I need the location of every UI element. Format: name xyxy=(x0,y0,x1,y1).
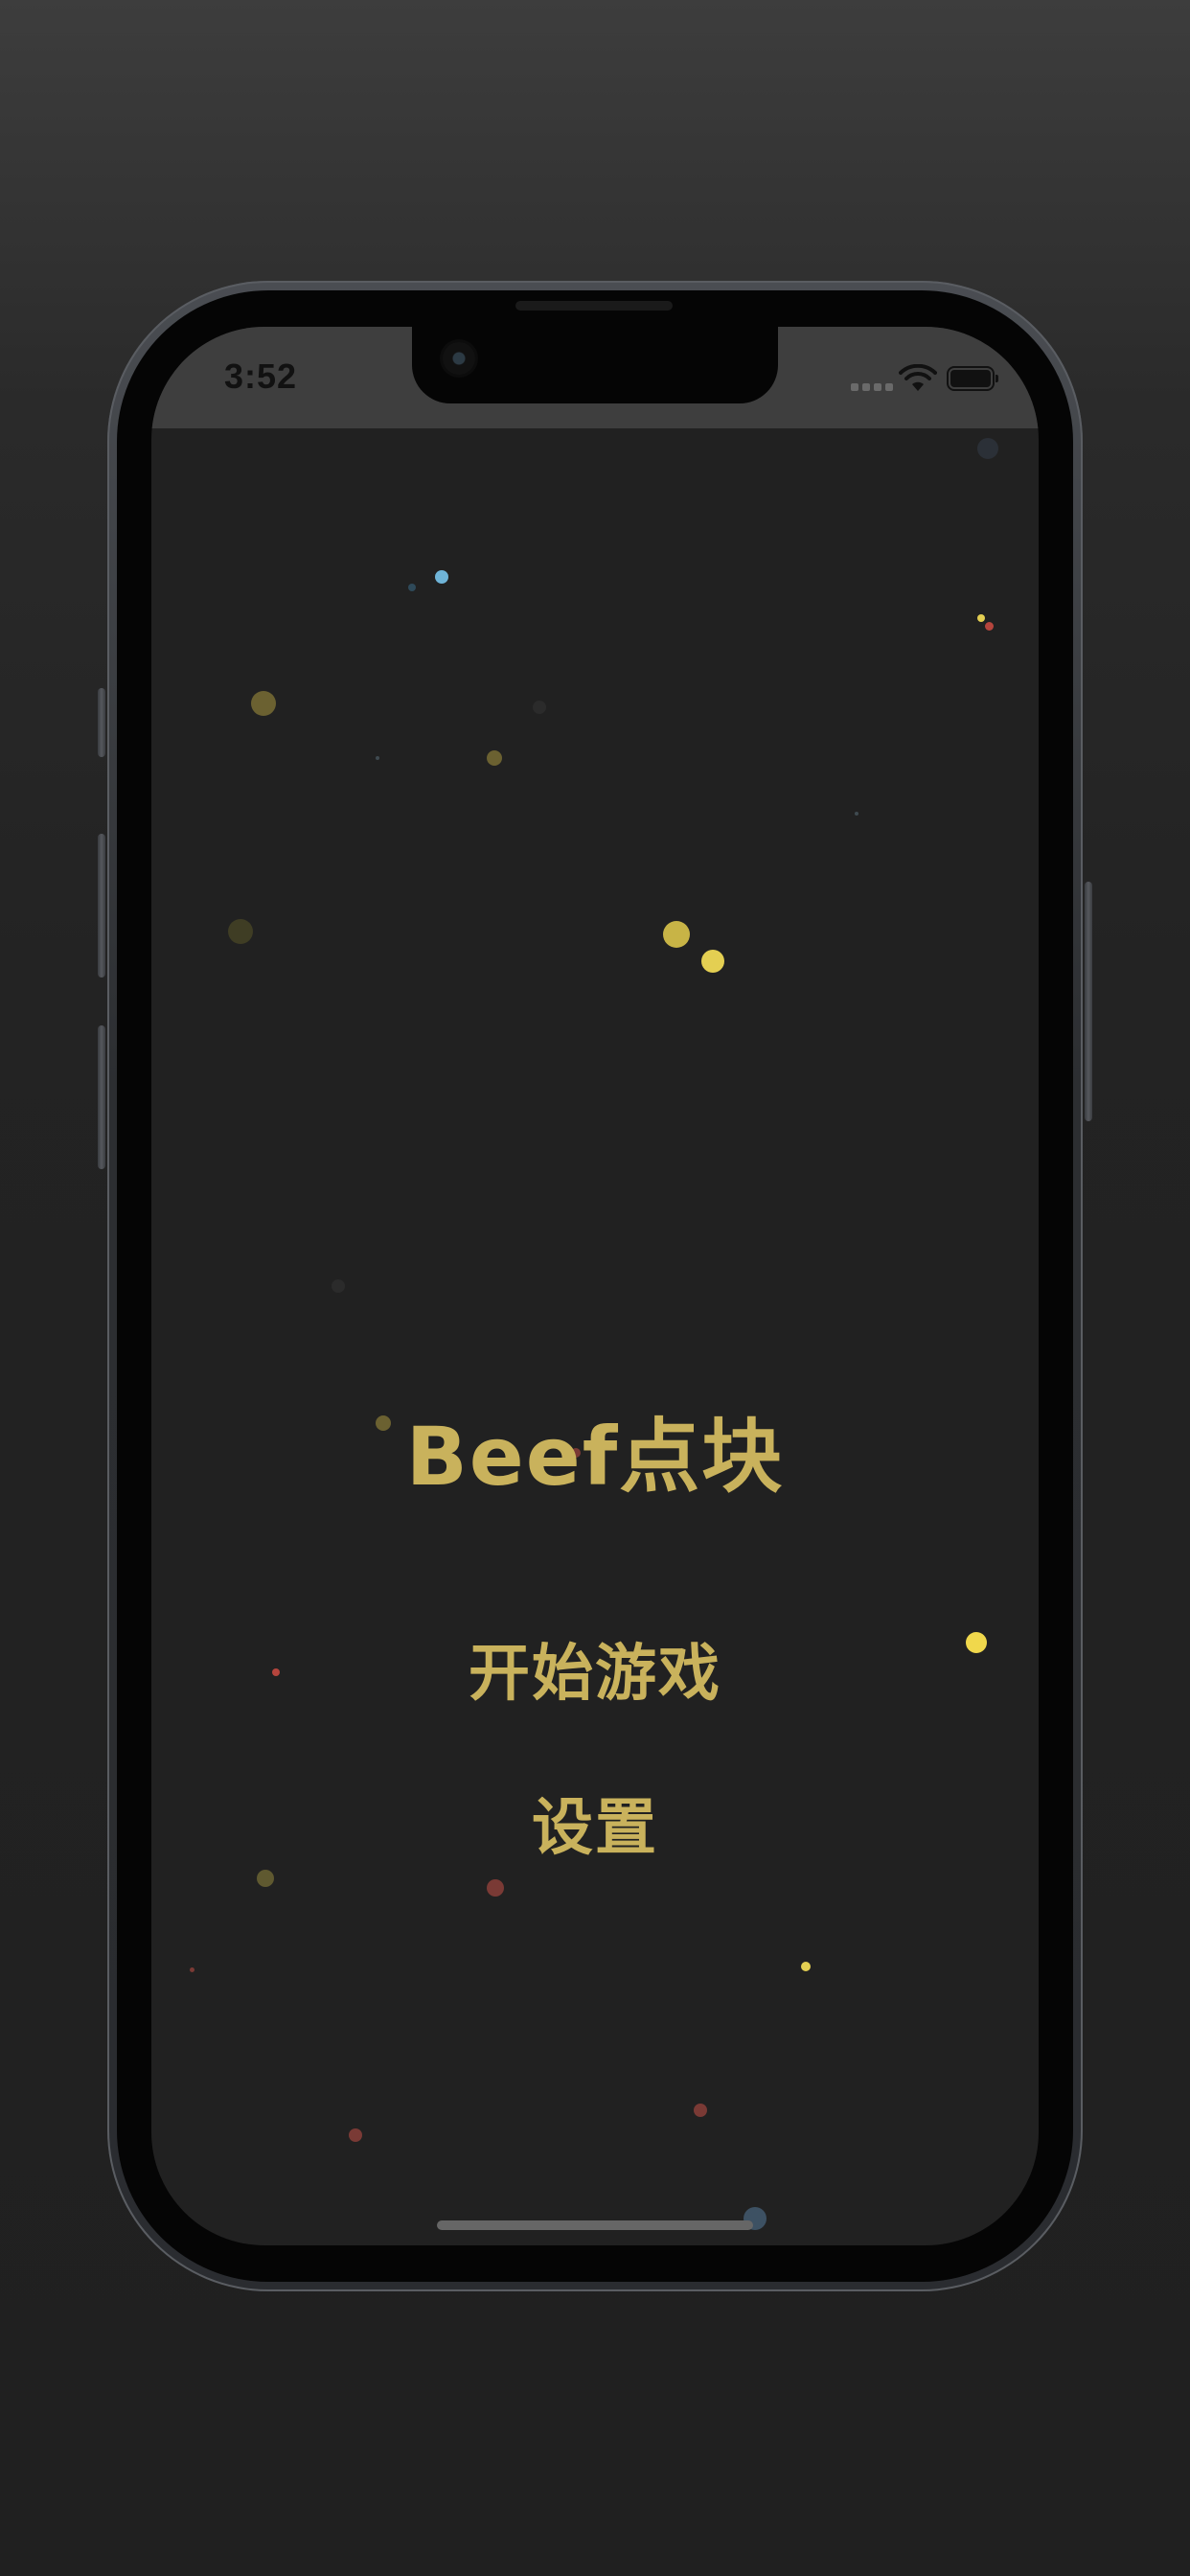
app-screen: Beef点块 开始游戏 设置 xyxy=(151,327,1039,2245)
front-camera xyxy=(443,342,475,375)
particle xyxy=(376,756,379,760)
power-button xyxy=(1085,882,1092,1121)
particle xyxy=(487,1879,504,1897)
mute-switch xyxy=(98,688,105,757)
home-indicator[interactable] xyxy=(437,2220,753,2230)
particle xyxy=(257,1870,274,1887)
particle xyxy=(985,622,994,631)
particle xyxy=(977,614,985,622)
particle xyxy=(435,570,448,584)
particle xyxy=(977,438,998,459)
volume-up-button xyxy=(98,834,105,978)
particle xyxy=(701,950,724,973)
particle xyxy=(228,919,253,944)
particle xyxy=(190,1967,195,1972)
game-title: Beef点块 xyxy=(405,1410,785,1504)
battery-icon xyxy=(947,366,998,391)
volume-down-button xyxy=(98,1025,105,1169)
particle xyxy=(332,1279,345,1293)
particle xyxy=(408,584,416,591)
status-time: 3:52 xyxy=(224,356,298,396)
earpiece-speaker xyxy=(515,301,673,310)
particle xyxy=(487,750,502,766)
particle xyxy=(251,691,276,716)
wifi-icon xyxy=(899,364,937,391)
start-game-button[interactable]: 开始游戏 xyxy=(151,1624,1039,1713)
particle xyxy=(855,812,858,816)
signal-icon xyxy=(851,383,893,391)
particle xyxy=(533,701,546,714)
particle xyxy=(694,2104,707,2117)
particle xyxy=(801,1962,811,1971)
particle xyxy=(349,2128,362,2142)
settings-button[interactable]: 设置 xyxy=(151,1779,1039,1867)
particle xyxy=(663,921,690,948)
